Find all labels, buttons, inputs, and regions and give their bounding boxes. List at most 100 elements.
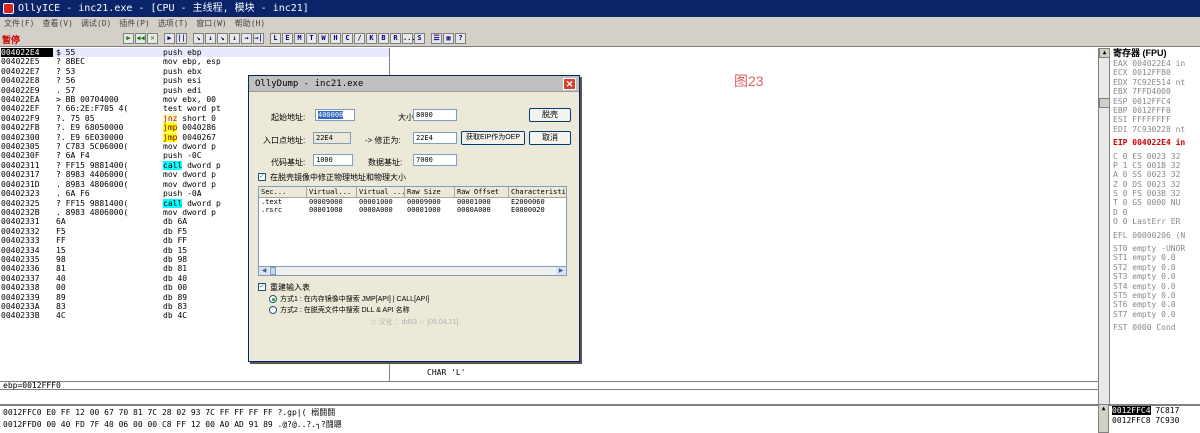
register-row[interactable]: EAX 004022E4 in xyxy=(1110,59,1200,68)
menu-item-2[interactable]: 调试(D) xyxy=(77,17,115,31)
dialog-close-button[interactable]: ✕ xyxy=(563,78,576,90)
toolbar-separator xyxy=(426,33,430,44)
menu-item-5[interactable]: 窗口(W) xyxy=(192,17,230,31)
menu-item-4[interactable]: 选项(T) xyxy=(154,17,192,31)
register-row[interactable]: EBX 7FFD4000 xyxy=(1110,87,1200,96)
menu-item-3[interactable]: 插件(P) xyxy=(115,17,153,31)
hscroll-left-arrow[interactable]: ◀ xyxy=(259,267,269,275)
section-col-header[interactable]: Raw Size xyxy=(405,187,455,198)
register-row[interactable]: ESI FFFFFFFF xyxy=(1110,115,1200,124)
register-row[interactable]: ST6 empty 0.0 xyxy=(1110,300,1200,309)
toolbar-button-4[interactable]: || xyxy=(176,33,187,44)
register-row[interactable]: O 0 LastErr ER xyxy=(1110,217,1200,226)
register-row[interactable]: EFL 00000206 (N xyxy=(1110,231,1200,240)
toolbar-button-15[interactable]: W xyxy=(318,33,329,44)
register-row[interactable]: ST2 empty 0.0 xyxy=(1110,263,1200,272)
dump-row[interactable]: 0012FFD0 00 40 FD 7F 40 06 00 00 C8 FF 1… xyxy=(0,420,1098,430)
section-col-header[interactable]: Characteristi xyxy=(509,187,566,198)
dump-button[interactable]: 脱壳 xyxy=(529,108,571,122)
rebuild-import-checkbox[interactable]: ✓ xyxy=(258,283,266,291)
toolbar-button-21[interactable]: R xyxy=(390,33,401,44)
menu-item-1[interactable]: 查看(V) xyxy=(38,17,76,31)
disasm-row[interactable]: 004022E5 ? 8BEC mov ebp, esp xyxy=(0,57,389,66)
register-row[interactable]: D 0 xyxy=(1110,208,1200,217)
register-scrollbar[interactable]: ▲ xyxy=(1098,48,1110,404)
get-eip-as-oep-button[interactable]: 获取EIP作为OEP xyxy=(461,131,525,145)
register-row[interactable]: ESP 0012FFC4 xyxy=(1110,97,1200,106)
toolbar-button-14[interactable]: T xyxy=(306,33,317,44)
section-cell: 00009000 xyxy=(407,198,441,206)
register-row[interactable]: ST1 empty 0.0 xyxy=(1110,253,1200,262)
sections-hscrollbar[interactable]: ◀ ▶ xyxy=(258,266,567,276)
toolbar-button-8[interactable]: ↓ xyxy=(229,33,240,44)
toolbar-button-10[interactable]: →| xyxy=(253,33,264,44)
toolbar-button-23[interactable]: S xyxy=(414,33,425,44)
size-field[interactable]: 8000 xyxy=(413,109,457,121)
stack-pane[interactable]: 0012FFC4 7C817 0012FFC8 7C930 xyxy=(1109,404,1200,433)
toolbar-button-25[interactable]: ▦ xyxy=(443,33,454,44)
toolbar-button-24[interactable]: ☰ xyxy=(431,33,442,44)
toolbar-button-12[interactable]: E xyxy=(282,33,293,44)
register-row[interactable]: A 0 SS 0023 32 xyxy=(1110,170,1200,179)
section-col-header[interactable]: Virtual... xyxy=(307,187,357,198)
fix-to-field[interactable]: 22E4 xyxy=(413,132,457,144)
menu-item-0[interactable]: 文件(F) xyxy=(0,17,38,31)
section-col-header[interactable]: Virtual ... xyxy=(357,187,405,198)
toolbar-button-20[interactable]: B xyxy=(378,33,389,44)
code-base-field[interactable]: 1000 xyxy=(313,154,353,166)
cancel-button[interactable]: 取消 xyxy=(529,131,571,145)
section-row[interactable]: .rsrc 00001000 0000A000 00001000 0000A000 E00… xyxy=(259,206,566,214)
start-address-field[interactable]: 400000 xyxy=(315,109,355,121)
toolbar-button-0[interactable]: ▶ xyxy=(123,33,134,44)
method2-radio[interactable] xyxy=(269,306,277,314)
register-row[interactable]: EDI 7C930228 nt xyxy=(1110,125,1200,134)
register-row[interactable]: P 1 CS 001B 32 xyxy=(1110,161,1200,170)
menu-item-6[interactable]: 帮助(H) xyxy=(231,17,269,31)
register-row[interactable]: ECX 0012FFB0 xyxy=(1110,68,1200,77)
section-row[interactable]: .text 00009000 00001000 00009000 00001000 E20… xyxy=(259,198,566,206)
toolbar-button-18[interactable]: / xyxy=(354,33,365,44)
register-row[interactable]: C 0 ES 0023 32 xyxy=(1110,152,1200,161)
data-base-field[interactable]: 7000 xyxy=(413,154,457,166)
register-row[interactable]: T 0 GS 0000 NU xyxy=(1110,198,1200,207)
toolbar-button-1[interactable]: ◀◀ xyxy=(135,33,146,44)
toolbar-button-17[interactable]: C xyxy=(342,33,353,44)
toolbar-button-22[interactable]: ... xyxy=(402,33,416,44)
toolbar-button-26[interactable]: ? xyxy=(455,33,466,44)
method1-radio[interactable] xyxy=(269,295,277,303)
stack-scroll-up[interactable]: ▲ xyxy=(1098,404,1109,433)
register-row[interactable]: ST4 empty 0.0 xyxy=(1110,282,1200,291)
toolbar-button-11[interactable]: L xyxy=(270,33,281,44)
register-row[interactable]: ST7 empty 0.0 xyxy=(1110,310,1200,319)
toolbar-button-7[interactable]: ↘ xyxy=(217,33,228,44)
toolbar-button-13[interactable]: M xyxy=(294,33,305,44)
register-row[interactable]: ST0 empty -UNOR xyxy=(1110,244,1200,253)
stack-row[interactable]: 0012FFC8 7C930 xyxy=(1109,416,1200,426)
register-row[interactable]: FST 0000 Cond xyxy=(1110,323,1200,332)
toolbar-button-6[interactable]: ↓ xyxy=(205,33,216,44)
toolbar-button-2[interactable]: ✕ xyxy=(147,33,158,44)
register-row[interactable]: EDX 7C92E514 nt xyxy=(1110,78,1200,87)
toolbar-button-5[interactable]: ↘ xyxy=(193,33,204,44)
section-col-header[interactable]: Raw Offset xyxy=(455,187,509,198)
stack-row[interactable]: 0012FFC4 7C817 xyxy=(1109,406,1200,416)
register-row[interactable]: Z 0 DS 0023 32 xyxy=(1110,180,1200,189)
register-row[interactable]: EIP 004022E4 in xyxy=(1110,138,1200,147)
registers-pane[interactable]: 寄存器 (FPU) EAX 004022E4 in ECX 0012FFB0 EDX… xyxy=(1109,48,1200,404)
toolbar-button-3[interactable]: ▶ xyxy=(164,33,175,44)
disasm-row[interactable]: 004022E4 $ 55 push ebp xyxy=(0,48,389,58)
fix-raw-checkbox[interactable]: ✓ xyxy=(258,173,266,181)
sections-table[interactable]: Sec... Virtual... Virtual ... Raw Size Raw O… xyxy=(258,186,567,272)
register-row[interactable]: EBP 0012FFF0 xyxy=(1110,106,1200,115)
hscroll-right-arrow[interactable]: ▶ xyxy=(556,267,566,275)
toolbar-button-19[interactable]: K xyxy=(366,33,377,44)
register-row[interactable]: S 0 FS 003B 32 xyxy=(1110,189,1200,198)
register-row[interactable]: ST5 empty 0.0 xyxy=(1110,291,1200,300)
toolbar-button-9[interactable]: → xyxy=(241,33,252,44)
memory-dump-pane[interactable]: 0012FFC0 E0 FF 12 00 67 70 81 7C 28 02 9… xyxy=(0,404,1098,433)
dump-row[interactable]: 0012FFC0 E0 FF 12 00 67 70 81 7C 28 02 9… xyxy=(0,408,1098,418)
hscroll-thumb[interactable] xyxy=(270,267,276,275)
toolbar-button-16[interactable]: H xyxy=(330,33,341,44)
section-col-header[interactable]: Sec... xyxy=(259,187,307,198)
register-row[interactable]: ST3 empty 0.0 xyxy=(1110,272,1200,281)
